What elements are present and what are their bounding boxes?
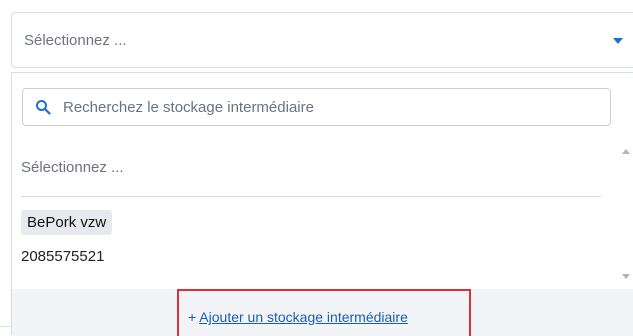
option-number: 2085575521: [21, 248, 105, 265]
scroll-up-icon[interactable]: [622, 149, 630, 154]
select-placeholder: Sélectionnez ...: [24, 32, 127, 49]
list-item[interactable]: BePork vzw 2085575521: [21, 210, 601, 274]
caret-down-icon[interactable]: [613, 38, 623, 44]
search-field[interactable]: [22, 88, 611, 126]
search-icon: [36, 100, 51, 115]
dropdown-footer: + Ajouter un stockage intermédiaire: [12, 289, 633, 336]
options-list: Sélectionnez ... BePork vzw 2085575521: [12, 139, 617, 289]
scroll-down-icon[interactable]: [622, 274, 630, 279]
scrollbar[interactable]: [617, 139, 633, 289]
divider: [0, 326, 11, 327]
option-name: BePork vzw: [21, 210, 113, 235]
search-input[interactable]: [63, 90, 603, 124]
divider: [21, 196, 601, 197]
plus-prefix: +: [188, 309, 200, 325]
select-dropdown-panel: Sélectionnez ... BePork vzw 2085575521 +…: [11, 72, 633, 336]
add-intermediate-storage-link[interactable]: + Ajouter un stockage intermédiaire: [188, 309, 408, 325]
add-link-label: Ajouter un stockage intermédiaire: [199, 309, 408, 325]
option-placeholder[interactable]: Sélectionnez ...: [21, 159, 124, 176]
intermediate-storage-select[interactable]: Sélectionnez ...: [11, 12, 633, 68]
